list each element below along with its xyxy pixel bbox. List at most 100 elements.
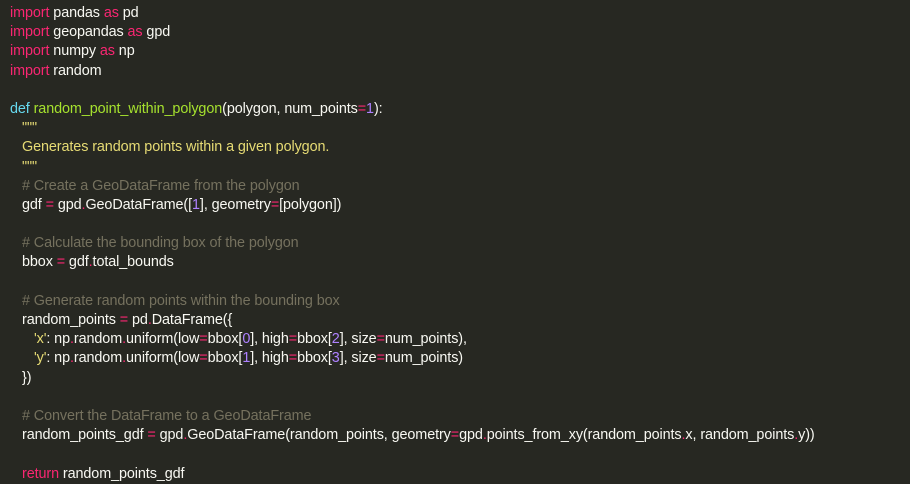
code-token: geopandas	[49, 24, 128, 41]
code-token: gpd	[459, 427, 483, 444]
code-token: =	[270, 196, 280, 213]
code-token: =	[376, 350, 385, 367]
code-token: import	[10, 5, 50, 21]
code-token: =	[288, 350, 298, 367]
code-token: ], size	[339, 350, 377, 367]
code-token: =	[45, 196, 54, 213]
code-token: (polygon, num_points	[222, 100, 358, 117]
code-token: import	[10, 24, 50, 41]
code-token: 'y'	[34, 350, 47, 367]
code-line: 'x': np. random. uniform(low = bbox[0], high…	[10, 330, 910, 349]
code-token: =	[199, 331, 208, 348]
code-token: random_point_within_polygon	[33, 100, 223, 117]
code-token: # Create a GeoDataFrame from the polygon	[22, 177, 300, 194]
code-token: total_bounds	[92, 254, 174, 271]
code-token: =	[56, 254, 66, 271]
code-token: np	[114, 43, 135, 60]
code-line: # Calculate the bounding box of the poly…	[10, 234, 910, 253]
code-token: ], high	[250, 350, 289, 367]
code-token: # Convert the DataFrame to a GeoDataFram…	[22, 407, 312, 424]
code-token: ], high	[250, 331, 289, 348]
code-token: return	[22, 465, 59, 482]
code-token: gpd	[142, 24, 171, 41]
code-token: 3	[331, 350, 340, 367]
code-token: bbox[	[207, 350, 243, 367]
code-token: gpd	[155, 427, 184, 444]
code-line: return random_points_gdf	[10, 465, 910, 484]
code-line: # Generate random points within the boun…	[10, 292, 910, 311]
code-token: =	[376, 331, 385, 348]
code-token: 2	[331, 331, 340, 348]
code-token: # Generate random points within the boun…	[22, 292, 340, 309]
code-token: pd	[118, 5, 139, 21]
code-token: =	[450, 427, 460, 444]
code-line: gdf = gpd. GeoDataFrame([1], geometry = [po…	[10, 196, 910, 215]
code-token: ], geometry	[199, 196, 271, 213]
code-token: 0	[242, 331, 251, 348]
code-token: 1	[242, 350, 251, 367]
code-line: # Convert the DataFrame to a GeoDataFram…	[10, 407, 910, 426]
code-token: numpy	[49, 43, 100, 60]
code-token: """	[22, 120, 38, 137]
code-token: =	[119, 312, 129, 328]
code-line: # Create a GeoDataFrame from the polygon	[10, 177, 910, 196]
code-token: ], size	[339, 331, 377, 348]
code-token: uniform(low	[126, 350, 200, 367]
code-token: ):	[373, 100, 383, 117]
code-token: GeoDataFrame([	[85, 196, 193, 213]
code-line: import random	[10, 62, 910, 81]
code-token: uniform(low	[126, 331, 200, 348]
code-token: DataFrame({	[151, 312, 233, 328]
code-token: random_points_gdf	[59, 465, 185, 482]
code-token: =	[199, 350, 208, 367]
code-token: bbox[	[207, 331, 243, 348]
code-token: 'x'	[34, 331, 47, 348]
code-token: =	[147, 427, 156, 444]
code-token: : np	[46, 331, 70, 348]
code-token: bbox	[22, 254, 57, 271]
code-token: num_points)	[384, 350, 463, 367]
code-token: random	[49, 62, 102, 79]
code-line: """	[10, 119, 910, 138]
code-token: random_points_gdf	[22, 427, 148, 444]
code-token: num_points),	[384, 331, 467, 348]
code-token: as	[103, 5, 119, 21]
code-line: random_points = pd. DataFrame({	[10, 311, 910, 330]
code-token: =	[357, 100, 367, 117]
code-line: import geopandas as gpd	[10, 23, 910, 42]
code-token: import	[10, 62, 50, 79]
code-editor[interactable]: import pandas as pd import geopandas as g…	[0, 0, 910, 482]
code-token: 1	[366, 100, 374, 117]
code-line: def random_point_within_polygon (polygon,…	[10, 100, 910, 119]
code-token: pd	[128, 312, 148, 328]
code-line: import numpy as np	[10, 42, 910, 61]
code-token: GeoDataFrame(random_points, geometry	[187, 427, 451, 444]
code-token: 1	[192, 196, 200, 213]
code-token: x, random_points	[685, 427, 795, 444]
code-token: [polygon])	[279, 196, 342, 213]
code-token: random_points	[22, 312, 120, 328]
code-token: Generates random points within a given p…	[22, 139, 330, 156]
code-token: bbox[	[297, 331, 332, 348]
code-token: gpd	[53, 196, 82, 213]
code-token: def	[10, 100, 34, 117]
code-token: })	[22, 369, 32, 386]
code-line: Generates random points within a given p…	[10, 138, 910, 157]
code-token: import	[10, 43, 50, 60]
code-token: gdf	[22, 196, 46, 213]
code-line: """	[10, 158, 910, 177]
code-token: pandas	[49, 5, 104, 21]
code-token: """	[22, 158, 38, 175]
code-token: as	[127, 24, 143, 41]
code-token: random	[73, 350, 123, 367]
code-line: })	[10, 369, 910, 388]
code-line: random_points_gdf = gpd. GeoDataFrame(ran…	[10, 426, 910, 445]
code-token: =	[288, 331, 298, 348]
code-line: bbox = gdf. total_bounds	[10, 253, 910, 272]
code-line: 'y': np. random. uniform(low = bbox[1], high…	[10, 349, 910, 368]
